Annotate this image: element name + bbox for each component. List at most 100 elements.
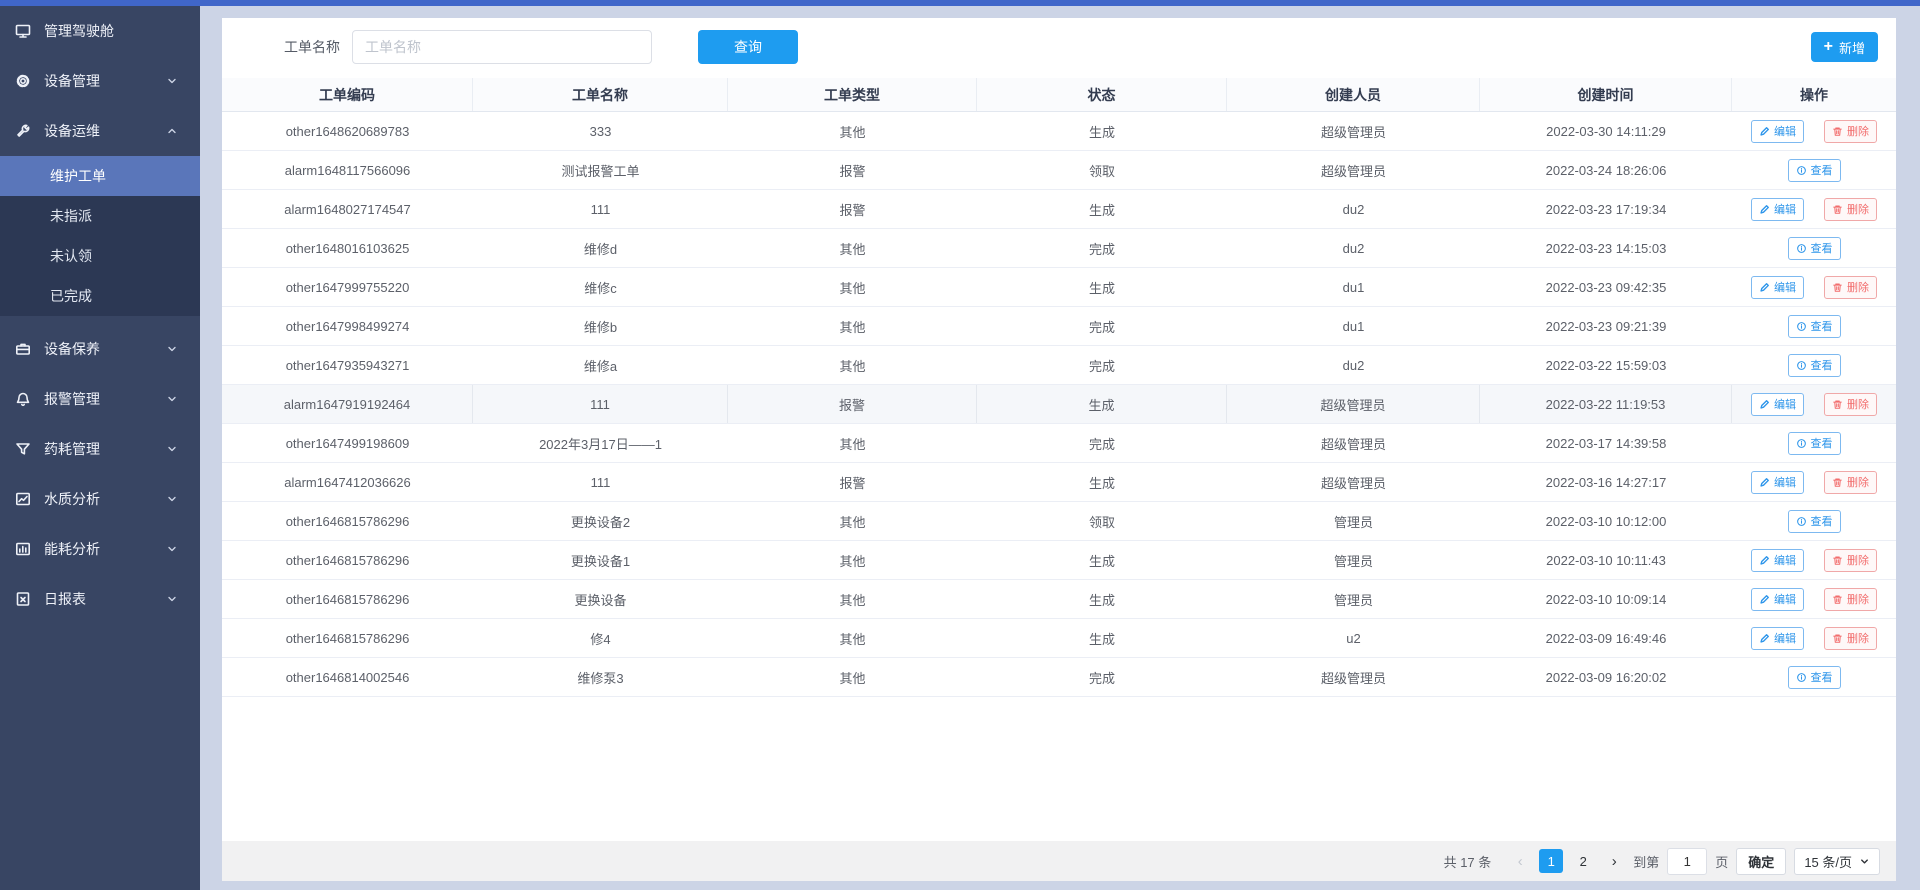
delete-button[interactable]: 删除 [1824,471,1877,494]
cell-created: 2022-03-09 16:20:02 [1480,658,1732,696]
info-icon [1796,243,1807,254]
column-header-3: 状态 [977,78,1227,111]
cell-actions: 查看 [1732,424,1896,462]
delete-button[interactable]: 删除 [1824,588,1877,611]
delete-button[interactable]: 删除 [1824,198,1877,221]
info-icon [1796,672,1807,683]
monitor-icon [15,23,31,39]
info-icon [1796,516,1807,527]
delete-button[interactable]: 删除 [1824,549,1877,572]
table-row: other16474991986092022年3月17日——1其他完成超级管理员… [222,424,1896,463]
sidebar-item-4[interactable]: 报警管理 [0,374,200,424]
page-number-1[interactable]: 1 [1539,849,1563,873]
total-count: 共 17 条 [1444,852,1492,871]
view-button[interactable]: 查看 [1788,315,1841,338]
pencil-icon [1759,477,1770,488]
chevron-down-icon [166,393,178,405]
sidebar-item-3[interactable]: 设备保养 [0,324,200,374]
delete-button[interactable]: 删除 [1824,120,1877,143]
cell-type: 其他 [728,424,977,462]
edit-button[interactable]: 编辑 [1751,627,1804,650]
sidebar-item-label: 报警管理 [44,389,100,409]
view-button[interactable]: 查看 [1788,432,1841,455]
cell-created: 2022-03-24 18:26:06 [1480,151,1732,189]
confirm-button[interactable]: 确定 [1736,848,1786,875]
cell-creator: du2 [1227,346,1480,384]
page-unit-label: 页 [1715,852,1728,871]
plus-icon: + [1824,39,1833,55]
pencil-icon [1759,282,1770,293]
cell-status: 完成 [977,307,1227,345]
pencil-icon [1759,399,1770,410]
sidebar-item-1[interactable]: 设备管理 [0,56,200,106]
cell-type: 其他 [728,112,977,150]
cell-status: 生成 [977,463,1227,501]
view-button[interactable]: 查看 [1788,159,1841,182]
column-header-4: 创建人员 [1227,78,1480,111]
sidebar-subitem-1[interactable]: 未指派 [0,196,200,236]
goto-page-input[interactable] [1667,848,1707,875]
cell-code: alarm1647919192464 [222,385,473,423]
edit-button[interactable]: 编辑 [1751,120,1804,143]
funnel-icon [15,441,31,457]
table-row: alarm1648117566096测试报警工单报警领取超级管理员2022-03… [222,151,1896,190]
view-button[interactable]: 查看 [1788,354,1841,377]
page-size-label: 15 条/页 [1804,852,1852,871]
cell-name: 更换设备 [473,580,728,618]
cell-name: 维修c [473,268,728,306]
sidebar-subitem-0[interactable]: 维护工单 [0,156,200,196]
sidebar-item-2[interactable]: 设备运维 [0,106,200,156]
cell-code: other1646815786296 [222,502,473,540]
view-button[interactable]: 查看 [1788,510,1841,533]
cell-name: 维修d [473,229,728,267]
view-button[interactable]: 查看 [1788,237,1841,260]
page-number-2[interactable]: 2 [1571,849,1595,873]
next-page-button[interactable]: › [1603,849,1625,873]
delete-button[interactable]: 删除 [1824,627,1877,650]
briefcase-icon [15,341,31,357]
cell-code: other1646815786296 [222,541,473,579]
cell-actions: 查看 [1732,307,1896,345]
edit-button[interactable]: 编辑 [1751,198,1804,221]
delete-button[interactable]: 删除 [1824,276,1877,299]
cell-type: 其他 [728,580,977,618]
cell-actions: 编辑删除 [1732,190,1896,228]
cell-type: 报警 [728,463,977,501]
cell-actions: 查看 [1732,229,1896,267]
delete-button-label: 删除 [1847,396,1869,412]
edit-button-label: 编辑 [1774,552,1796,568]
cell-actions: 查看 [1732,502,1896,540]
view-button[interactable]: 查看 [1788,666,1841,689]
edit-button[interactable]: 编辑 [1751,588,1804,611]
page-size-select[interactable]: 15 条/页 [1794,848,1880,875]
sidebar-item-0[interactable]: 管理驾驶舱 [0,6,200,56]
cell-actions: 编辑删除 [1732,268,1896,306]
sidebar-subitem-3[interactable]: 已完成 [0,276,200,316]
query-button[interactable]: 查询 [698,30,798,64]
cell-creator: 超级管理员 [1227,151,1480,189]
sidebar-item-5[interactable]: 药耗管理 [0,424,200,474]
cell-type: 其他 [728,502,977,540]
edit-button[interactable]: 编辑 [1751,549,1804,572]
sidebar-item-6[interactable]: 水质分析 [0,474,200,524]
sidebar-item-label: 药耗管理 [44,439,100,459]
delete-button[interactable]: 删除 [1824,393,1877,416]
add-button[interactable]: + 新增 [1811,32,1878,62]
edit-button[interactable]: 编辑 [1751,393,1804,416]
table-header-row: 工单编码工单名称工单类型状态创建人员创建时间操作 [222,78,1896,112]
search-input[interactable] [352,30,652,64]
delete-button-label: 删除 [1847,123,1869,139]
cell-creator: du2 [1227,190,1480,228]
edit-button-label: 编辑 [1774,396,1796,412]
edit-button[interactable]: 编辑 [1751,276,1804,299]
search-label: 工单名称 [284,37,340,57]
sidebar-subitem-2[interactable]: 未认领 [0,236,200,276]
sidebar-item-8[interactable]: 日报表 [0,574,200,624]
prev-page-button[interactable]: ‹ [1509,849,1531,873]
sidebar-item-7[interactable]: 能耗分析 [0,524,200,574]
table-row: other1646815786296修4其他生成u22022-03-09 16:… [222,619,1896,658]
cell-creator: 超级管理员 [1227,424,1480,462]
edit-button[interactable]: 编辑 [1751,471,1804,494]
cell-status: 生成 [977,112,1227,150]
info-icon [1796,165,1807,176]
